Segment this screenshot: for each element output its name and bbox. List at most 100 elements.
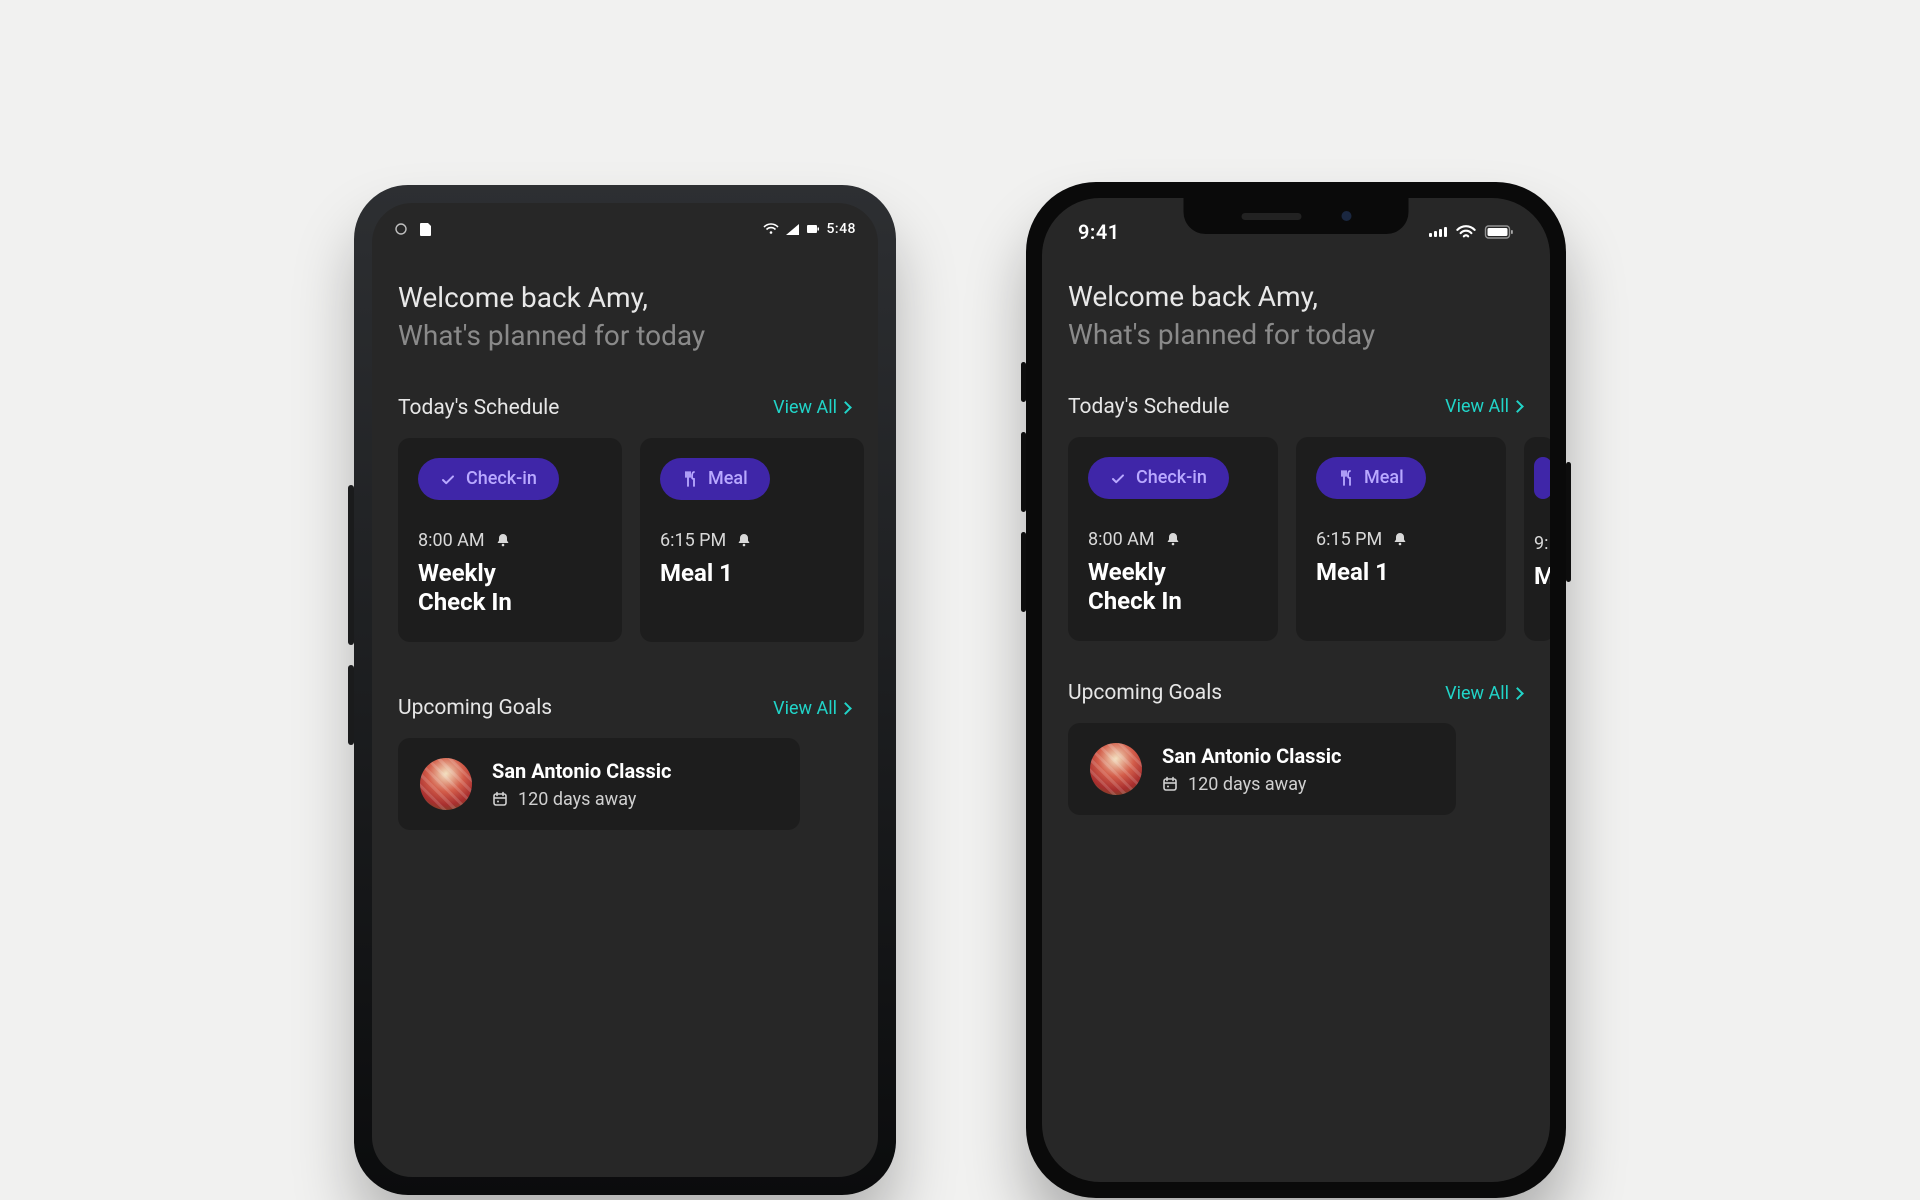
app-content: Welcome back Amy, What's planned for tod… [1042,248,1550,815]
card-title: M [1534,562,1550,591]
sd-card-icon [418,221,432,237]
notification-dot-icon [394,222,408,236]
goals-header: Upcoming Goals View All [1068,681,1524,705]
view-all-label: View All [1445,683,1509,704]
goal-card[interactable]: San Antonio Classic 120 days away [1068,723,1456,815]
greeting-line2: What's planned for today [398,319,852,352]
card-time-row: 6:15 PM [1316,529,1486,550]
goal-thumbnail [1090,743,1142,795]
chevron-right-icon [1511,400,1524,413]
goal-countdown: 120 days away [518,789,636,810]
schedule-heading: Today's Schedule [398,396,559,420]
card-category-pill: Check-in [418,458,559,500]
bell-icon [1165,531,1181,547]
schedule-card-partial[interactable]: 9: M [1524,437,1550,642]
goal-subtitle: 120 days away [1162,774,1341,795]
goal-title: San Antonio Classic [492,759,671,783]
goal-subtitle: 120 days away [492,789,671,810]
goals-view-all-link[interactable]: View All [773,698,850,719]
goal-title: San Antonio Classic [1162,744,1341,768]
utensils-icon [1338,470,1354,486]
battery-icon [1484,225,1514,239]
bell-icon [495,532,511,548]
goal-text: San Antonio Classic 120 days away [1162,744,1341,795]
bell-icon [736,532,752,548]
card-time: 6:15 PM [1316,529,1382,550]
card-time: 9: [1534,533,1548,554]
android-screen: 5:48 Welcome back Amy, What's planned fo… [372,203,878,1177]
goals-heading: Upcoming Goals [1068,681,1222,705]
card-category-pill: Meal [1316,457,1426,499]
schedule-cards-row: Check-in 8:00 AM Weekly Check In Meal 6:… [398,438,878,643]
card-time-row: 8:00 AM [418,530,602,551]
wifi-icon [1456,225,1476,239]
chevron-right-icon [839,401,852,414]
chevron-right-icon [1511,687,1524,700]
iphone-screen: 9:41 Welcome back Amy, What's planned fo… [1042,198,1550,1182]
schedule-header: Today's Schedule View All [1068,395,1524,419]
schedule-card-meal[interactable]: Meal 6:15 PM Meal 1 [1296,437,1506,642]
view-all-label: View All [773,698,837,719]
iphone-front-camera [1341,211,1351,221]
android-power-button [348,665,354,745]
schedule-view-all-link[interactable]: View All [773,397,850,418]
iphone-volume-down [1021,532,1026,612]
app-content: Welcome back Amy, What's planned for tod… [372,243,878,830]
goals-view-all-link[interactable]: View All [1445,683,1522,704]
calendar-icon [1162,776,1178,792]
check-icon [440,472,456,486]
iphone-mockup: 9:41 Welcome back Amy, What's planned fo… [1026,182,1566,1198]
schedule-cards-row: Check-in 8:00 AM Weekly Check In Meal 6:… [1068,437,1550,642]
view-all-label: View All [773,397,837,418]
card-title: Weekly Check In [418,559,558,617]
card-title: Meal 1 [1316,558,1486,587]
iphone-notch [1184,198,1409,234]
schedule-heading: Today's Schedule [1068,395,1229,419]
schedule-view-all-link[interactable]: View All [1445,396,1522,417]
greeting-line2: What's planned for today [1068,318,1524,351]
android-status-bar: 5:48 [372,203,878,243]
goal-countdown: 120 days away [1188,774,1306,795]
iphone-mute-switch [1021,362,1026,402]
status-time: 5:48 [826,221,856,237]
card-title: Meal 1 [660,559,844,588]
bell-icon [1392,531,1408,547]
pill-label: Meal [708,468,748,489]
card-time-row: 6:15 PM [660,530,844,551]
view-all-label: View All [1445,396,1509,417]
status-time: 9:41 [1078,220,1120,244]
pill-label: Check-in [466,468,537,489]
card-time: 8:00 AM [1088,529,1155,550]
card-time-row: 9: [1534,533,1550,554]
iphone-speaker [1241,213,1301,220]
cell-signal-icon [1428,226,1448,238]
card-time-row: 8:00 AM [1088,529,1258,550]
card-time: 8:00 AM [418,530,485,551]
goal-thumbnail [420,758,472,810]
android-volume-button [348,485,354,645]
check-icon [1110,471,1126,485]
iphone-volume-up [1021,432,1026,512]
card-title: Weekly Check In [1088,558,1228,616]
schedule-card-meal[interactable]: Meal 6:15 PM Meal 1 [640,438,864,643]
calendar-icon [492,791,508,807]
card-category-pill [1534,457,1550,499]
schedule-card-checkin[interactable]: Check-in 8:00 AM Weekly Check In [398,438,622,643]
utensils-icon [682,471,698,487]
battery-icon [806,222,820,236]
cell-signal-icon [785,223,800,236]
goals-heading: Upcoming Goals [398,696,552,720]
wifi-icon [763,222,779,236]
schedule-card-checkin[interactable]: Check-in 8:00 AM Weekly Check In [1068,437,1278,642]
pill-label: Check-in [1136,467,1207,488]
schedule-header: Today's Schedule View All [398,396,852,420]
card-category-pill: Meal [660,458,770,500]
goal-text: San Antonio Classic 120 days away [492,759,671,810]
card-category-pill: Check-in [1088,457,1229,499]
chevron-right-icon [839,702,852,715]
goal-card[interactable]: San Antonio Classic 120 days away [398,738,800,830]
pill-label: Meal [1364,467,1404,488]
greeting-line1: Welcome back Amy, [1068,278,1524,316]
greeting-line1: Welcome back Amy, [398,279,852,317]
android-phone-mockup: 5:48 Welcome back Amy, What's planned fo… [354,185,896,1195]
